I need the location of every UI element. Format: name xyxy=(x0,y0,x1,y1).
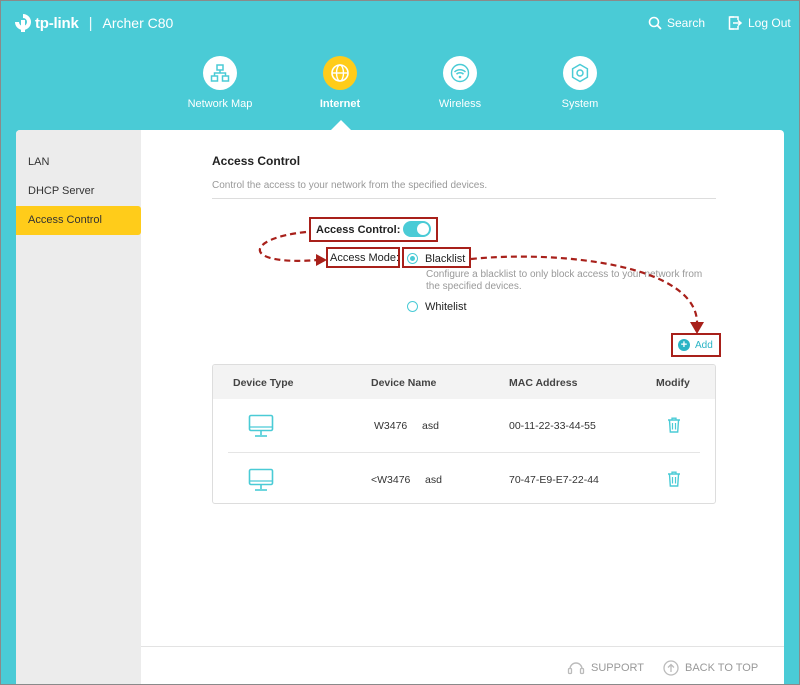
brand-separator: | xyxy=(88,14,93,32)
sidebar-item-access-control[interactable]: Access Control xyxy=(16,206,141,235)
col-mac-address: MAC Address xyxy=(509,377,578,389)
device-name-suffix: asd xyxy=(422,420,439,432)
tplink-logo-icon xyxy=(15,14,31,32)
active-tab-pointer xyxy=(331,120,351,130)
highlight-access-mode xyxy=(326,247,400,268)
back-to-top-label: BACK TO TOP xyxy=(685,662,759,674)
arrow-up-circle-icon xyxy=(663,660,679,676)
sidebar-item-lan[interactable]: LAN xyxy=(16,148,141,177)
mac-address: 00-11-22-33-44-55 xyxy=(509,420,596,432)
model-name: Archer C80 xyxy=(102,15,174,31)
highlight-blacklist xyxy=(402,247,471,268)
col-modify: Modify xyxy=(656,377,690,389)
logout-icon xyxy=(728,16,743,30)
back-to-top-button[interactable]: BACK TO TOP xyxy=(663,660,758,676)
whitelist-label[interactable]: Whitelist xyxy=(425,301,467,313)
monitor-icon xyxy=(248,468,274,491)
brand-name: tp-link xyxy=(35,14,79,32)
table-row: <W3476 asd 70-47-E9-E7-22-44 xyxy=(213,453,715,503)
trash-icon[interactable] xyxy=(667,417,681,433)
nav-wireless[interactable]: Wireless xyxy=(405,56,515,110)
nav-label: Wireless xyxy=(438,98,482,110)
support-button[interactable]: SUPPORT xyxy=(567,660,644,676)
search-button[interactable]: Search xyxy=(648,16,705,30)
search-label: Search xyxy=(667,16,706,30)
content-card: LAN DHCP Server Access Control Access Co… xyxy=(16,130,784,685)
search-icon xyxy=(648,16,662,30)
nav-internet[interactable]: Internet xyxy=(285,56,395,110)
wifi-icon xyxy=(443,56,477,90)
logout-label: Log Out xyxy=(748,16,791,30)
blacklist-description: Configure a blacklist to only block acce… xyxy=(426,269,703,292)
sidebar-item-label: DHCP Server xyxy=(28,185,95,197)
tplink-logo: tp-link | Archer C80 xyxy=(14,13,173,33)
page-subtitle: Control the access to your network from … xyxy=(212,180,488,191)
highlight-access-control xyxy=(309,217,438,242)
main-panel: Access Control Control the access to you… xyxy=(141,130,784,685)
mac-address: 70-47-E9-E7-22-44 xyxy=(509,474,599,486)
gear-icon xyxy=(563,56,597,90)
device-table: Device Type Device Name MAC Address Modi… xyxy=(212,364,716,504)
device-name: <W3476 xyxy=(371,474,411,486)
nav-label: System xyxy=(561,98,599,110)
support-label: SUPPORT xyxy=(591,662,644,674)
trash-icon[interactable] xyxy=(667,471,681,487)
nav-label: Network Map xyxy=(187,98,253,110)
col-device-name: Device Name xyxy=(371,377,437,389)
network-map-icon xyxy=(203,56,237,90)
table-row: W3476 asd 00-11-22-33-44-55 xyxy=(213,399,715,453)
monitor-icon xyxy=(248,414,274,437)
sidebar: LAN DHCP Server Access Control xyxy=(16,130,141,685)
device-name-suffix: asd xyxy=(425,474,442,486)
footer: SUPPORT BACK TO TOP xyxy=(141,646,784,685)
whitelist-radio[interactable] xyxy=(407,301,418,312)
sidebar-item-label: Access Control xyxy=(28,214,102,226)
headset-icon xyxy=(567,662,585,675)
divider xyxy=(212,198,716,199)
sidebar-item-dhcp-server[interactable]: DHCP Server xyxy=(16,177,141,206)
nav-network-map[interactable]: Network Map xyxy=(165,56,275,110)
device-name: W3476 xyxy=(374,420,408,432)
globe-icon xyxy=(323,56,357,90)
sidebar-item-label: LAN xyxy=(28,156,50,168)
nav-system[interactable]: System xyxy=(525,56,635,110)
nav-label: Internet xyxy=(319,98,361,110)
page-title: Access Control xyxy=(212,154,301,168)
col-device-type: Device Type xyxy=(233,377,294,389)
highlight-add xyxy=(671,333,721,357)
table-header: Device Type Device Name MAC Address Modi… xyxy=(213,365,715,399)
logout-button[interactable]: Log Out xyxy=(728,16,791,30)
